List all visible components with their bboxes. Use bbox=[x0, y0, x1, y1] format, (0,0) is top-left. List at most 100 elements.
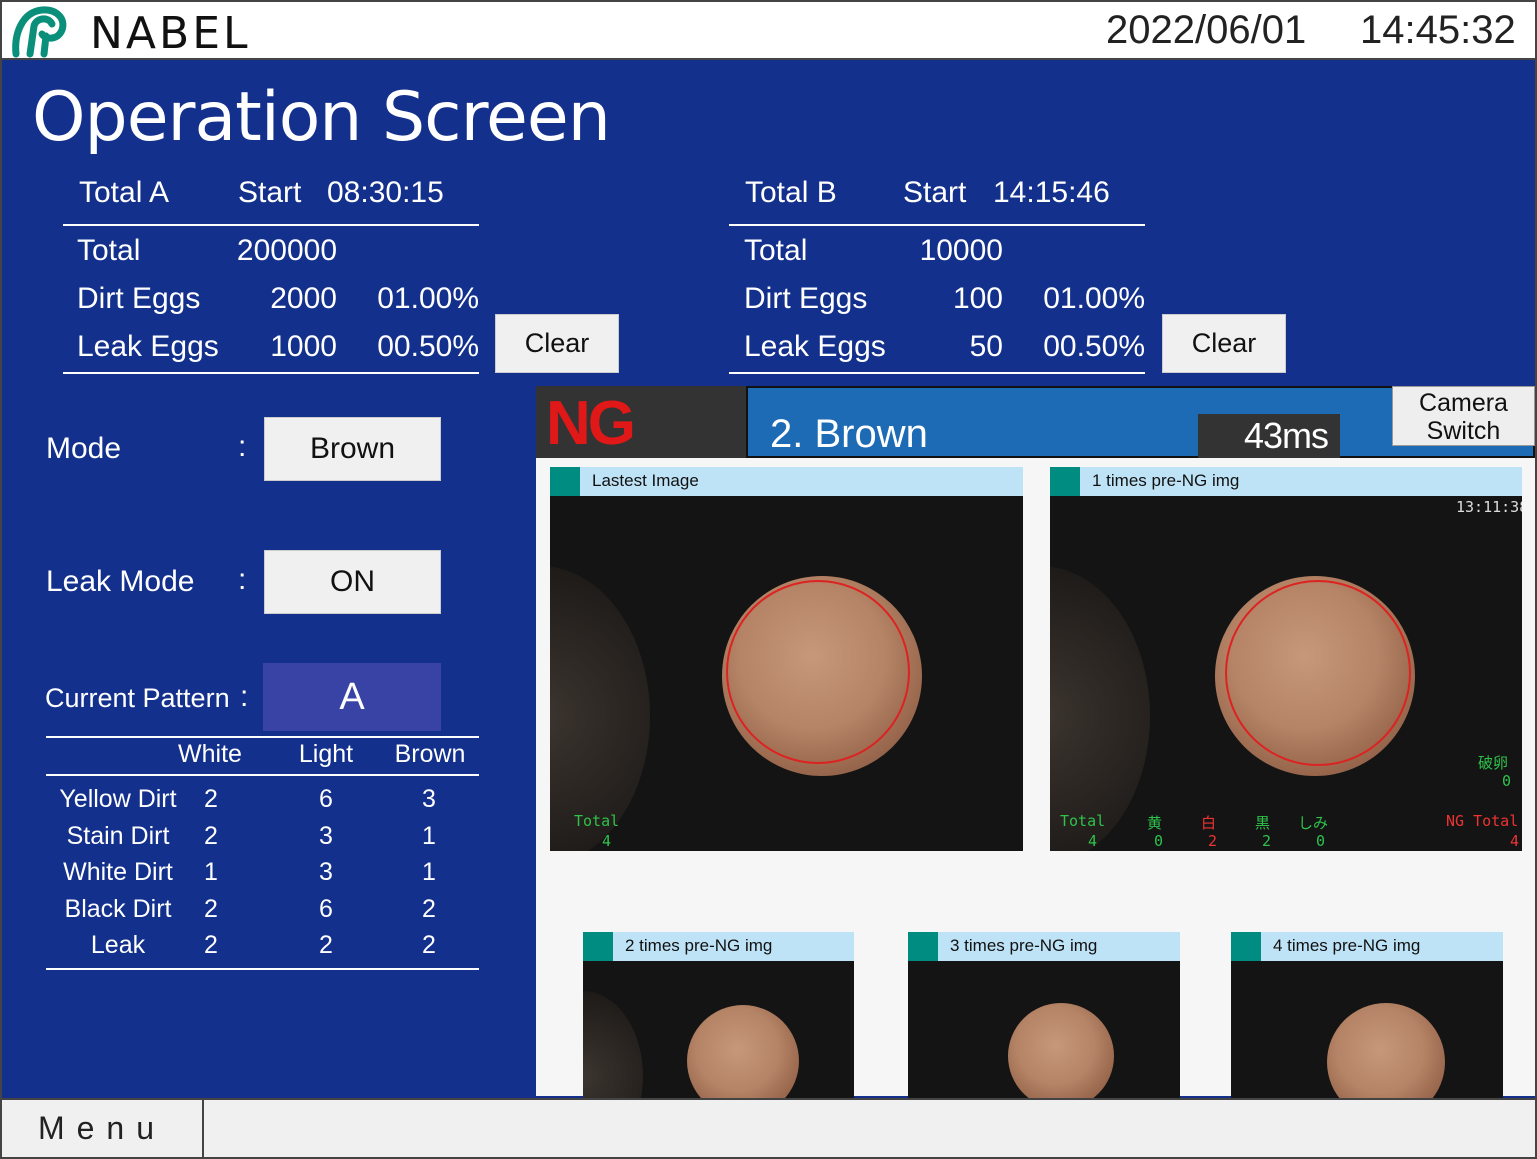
divider bbox=[63, 372, 479, 374]
overlay-stain-value: 0 bbox=[1316, 832, 1326, 850]
table-cell: 3 bbox=[319, 822, 333, 850]
table-cell: 1 bbox=[422, 858, 436, 886]
total-b-row-count: 100 bbox=[952, 282, 1003, 315]
table-row-label: Leak bbox=[90, 931, 146, 959]
total-a-row-percent: 01.00% bbox=[377, 282, 479, 315]
mode-colon: : bbox=[238, 430, 247, 463]
bottom-bar: Menu bbox=[0, 1098, 1537, 1159]
total-b-row-label: Leak Eggs bbox=[744, 330, 886, 363]
overlay-total-label: Total bbox=[1060, 812, 1106, 830]
main-area: Operation Screen Total A Start 08:30:15 … bbox=[0, 60, 1537, 1150]
overlay-yellow-value: 0 bbox=[1154, 832, 1164, 850]
total-a-start-time: 08:30:15 bbox=[327, 176, 444, 209]
page-title: Operation Screen bbox=[32, 78, 611, 157]
table-row-label: Stain Dirt bbox=[66, 822, 170, 850]
panel-header: 3 times pre-NG img bbox=[908, 932, 1180, 961]
overlay-broken-value: 0 bbox=[1502, 772, 1512, 790]
latest-image-panel[interactable]: Lastest Image Total 4 bbox=[550, 467, 1023, 851]
nabel-logo-icon bbox=[12, 6, 67, 58]
panel-marker bbox=[1050, 467, 1080, 496]
result-text: NG bbox=[546, 389, 636, 458]
table-cell: 3 bbox=[319, 858, 333, 886]
panel-header: 1 times pre-NG img bbox=[1050, 467, 1522, 496]
table-header: Brown bbox=[394, 740, 466, 768]
current-pattern-label: Current Pattern bbox=[45, 683, 230, 713]
overlay-ng-total-value: 4 bbox=[1510, 832, 1520, 850]
leak-mode-colon: : bbox=[238, 563, 247, 596]
egg-image bbox=[1008, 1003, 1114, 1109]
table-cell: 2 bbox=[422, 931, 436, 959]
table-header: White bbox=[178, 740, 242, 768]
total-b-title: Total B bbox=[745, 176, 837, 209]
leak-mode-toggle-button[interactable]: ON bbox=[264, 550, 441, 614]
camera-switch-label-line1: Camera bbox=[1419, 389, 1508, 417]
panel-marker bbox=[1231, 932, 1261, 961]
panel-label: 1 times pre-NG img bbox=[1092, 471, 1240, 490]
total-b-row-count: 50 bbox=[969, 330, 1003, 363]
clear-total-b-button[interactable]: Clear bbox=[1162, 314, 1286, 373]
panel-label: Lastest Image bbox=[592, 471, 699, 490]
current-pattern-value[interactable]: A bbox=[263, 663, 441, 731]
pre-ng-1-panel[interactable]: 1 times pre-NG img 13:11:38 破卵 0 Total 4… bbox=[1050, 467, 1522, 851]
total-a-row-label: Total bbox=[77, 234, 141, 267]
table-cell: 2 bbox=[204, 931, 218, 959]
camera-panel: NG 2. Brown 43ms Camera Switch Lastest I… bbox=[536, 386, 1535, 1150]
overlay-total-value: 4 bbox=[1088, 832, 1098, 850]
leak-mode-label: Leak Mode bbox=[46, 565, 195, 598]
panel-header: 2 times pre-NG img bbox=[583, 932, 854, 961]
detection-ring bbox=[726, 580, 910, 764]
panel-marker bbox=[550, 467, 580, 496]
panel-header: Lastest Image bbox=[550, 467, 1023, 496]
total-b-row-count: 10000 bbox=[919, 234, 1003, 267]
total-a-row-label: Dirt Eggs bbox=[77, 282, 201, 315]
total-b-row-percent: 01.00% bbox=[1043, 282, 1145, 315]
table-cell: 2 bbox=[204, 822, 218, 850]
camera-switch-button[interactable]: Camera Switch bbox=[1392, 386, 1535, 446]
total-a-row-count: 200000 bbox=[236, 234, 337, 267]
top-bar: NABEL 2022/06/01 14:45:32 bbox=[0, 0, 1537, 60]
overlay-black-value: 2 bbox=[1262, 832, 1272, 850]
table-header: Light bbox=[298, 740, 354, 768]
table-row-label: Black Dirt bbox=[64, 895, 172, 923]
total-a-title: Total A bbox=[79, 176, 170, 209]
table-cell: 6 bbox=[319, 785, 333, 813]
panel-label: 2 times pre-NG img bbox=[625, 936, 773, 955]
table-cell: 3 bbox=[422, 785, 436, 813]
table-cell: 2 bbox=[422, 895, 436, 923]
table-cell: 1 bbox=[204, 858, 218, 886]
divider bbox=[729, 224, 1145, 226]
overlay-timestamp: 13:11:38 bbox=[1456, 498, 1522, 516]
overlay-white-value: 2 bbox=[1208, 832, 1218, 850]
mode-select-button[interactable]: Brown bbox=[264, 417, 441, 481]
table-cell: 2 bbox=[319, 931, 333, 959]
total-b-row-label: Dirt Eggs bbox=[744, 282, 868, 315]
panel-header: 4 times pre-NG img bbox=[1231, 932, 1503, 961]
total-a-row-percent: 00.50% bbox=[377, 330, 479, 363]
overlay-black-label: 黒 bbox=[1255, 814, 1271, 832]
clear-total-a-button[interactable]: Clear bbox=[495, 314, 619, 373]
detection-ring bbox=[1225, 580, 1411, 766]
overlay-total-value: 4 bbox=[602, 832, 612, 850]
camera-switch-label-line2: Switch bbox=[1426, 417, 1501, 445]
pattern-colon: : bbox=[240, 680, 249, 713]
panel-marker bbox=[908, 932, 938, 961]
divider bbox=[63, 224, 479, 226]
total-a-start-label: Start bbox=[238, 176, 302, 209]
total-b-start-label: Start bbox=[903, 176, 967, 209]
mode-label: Mode bbox=[46, 432, 122, 465]
table-row-label: White Dirt bbox=[63, 858, 173, 886]
table-cell: 2 bbox=[204, 895, 218, 923]
camera-image: 13:11:38 破卵 0 Total 4 黄 0 白 2 黒 2 しみ 0 N… bbox=[1050, 496, 1522, 851]
menu-button[interactable]: Menu bbox=[2, 1100, 204, 1157]
divider bbox=[46, 968, 479, 970]
total-a-row-count: 2000 bbox=[270, 282, 337, 315]
current-time: 14:45:32 bbox=[1360, 8, 1516, 52]
table-row-label: Yellow Dirt bbox=[59, 785, 177, 813]
total-b-start-time: 14:15:46 bbox=[993, 176, 1110, 209]
overlay-total-label: Total bbox=[574, 812, 620, 830]
current-date: 2022/06/01 bbox=[1106, 8, 1307, 52]
camera-image: Total 4 bbox=[550, 496, 1023, 851]
table-cell: 1 bbox=[422, 822, 436, 850]
divider bbox=[46, 736, 479, 738]
divider bbox=[729, 372, 1145, 374]
